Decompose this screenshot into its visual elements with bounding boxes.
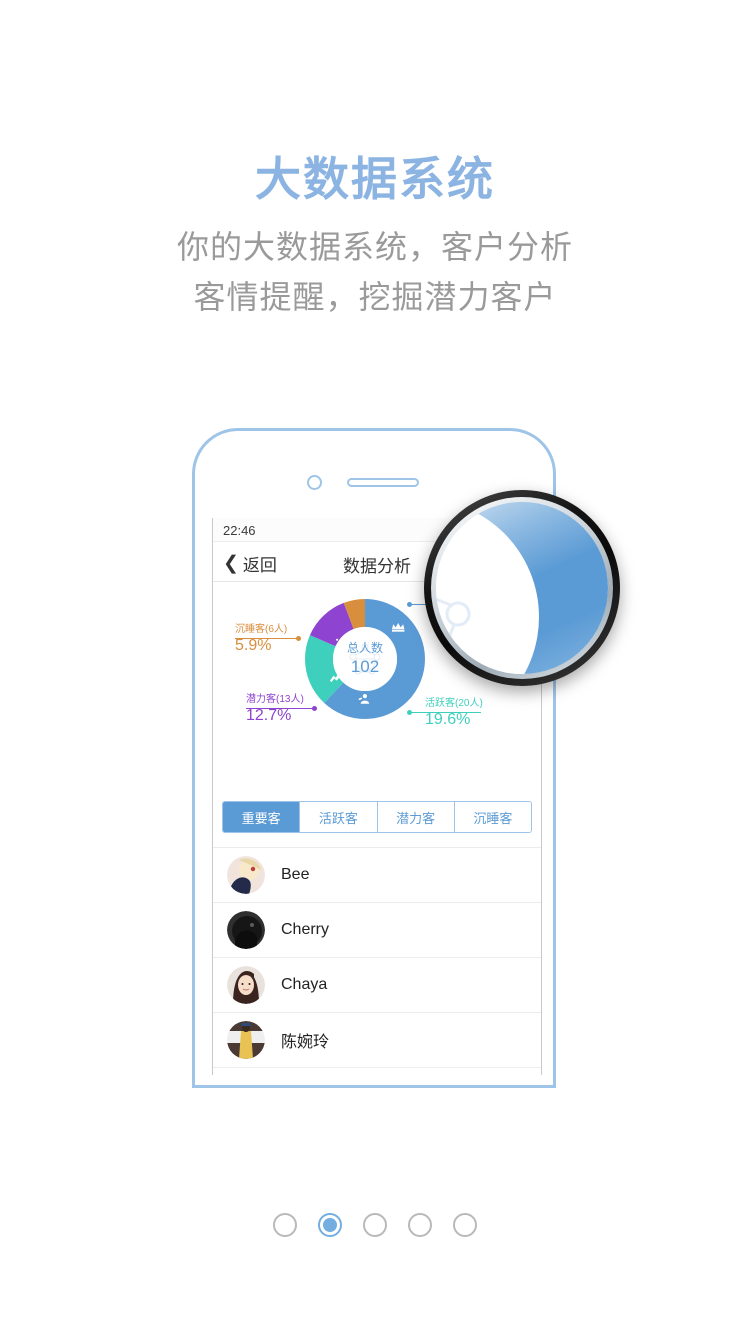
customer-type-tabs: 重要客 活跃客 潜力客 沉睡客 bbox=[222, 801, 532, 833]
callout-dot-potential bbox=[312, 706, 317, 711]
contact-list: Bee Cherry Chaya 陈婉玲 bbox=[213, 847, 541, 1068]
chart-callout-potential-label: 潜力客(13人) bbox=[246, 694, 304, 705]
chart-callout-sleeping-label: 沉睡客(6人) bbox=[235, 624, 288, 635]
donut-chart bbox=[301, 595, 429, 723]
chart-callout-active-label: 活跃客(20人) bbox=[425, 698, 483, 709]
chart-callout-active-percent: 19.6% bbox=[425, 711, 471, 728]
list-item[interactable]: Chaya bbox=[213, 958, 541, 1013]
magnified-callout-dot bbox=[568, 567, 579, 578]
list-item-name: Cherry bbox=[281, 921, 330, 938]
avatar bbox=[227, 966, 265, 1004]
pagination-dot-5[interactable] bbox=[453, 1213, 477, 1237]
callout-dot-important bbox=[407, 602, 412, 607]
page-subtitle-line-2: 客情提醒，挖掘潜力客户 bbox=[193, 279, 557, 315]
pagination-dot-2[interactable] bbox=[318, 1213, 342, 1237]
status-bar-time: 22:46 bbox=[223, 523, 256, 538]
avatar bbox=[227, 856, 265, 894]
tab-active[interactable]: 活跃客 bbox=[300, 802, 378, 832]
list-item-name: Bee bbox=[281, 866, 310, 883]
list-item[interactable]: Cherry bbox=[213, 903, 541, 958]
magnified-donut-chart bbox=[436, 502, 608, 674]
promo-page: 大数据系统 你的大数据系统，客户分析 客情提醒，挖掘潜力客户 22:46 ❮ 返… bbox=[0, 0, 750, 1334]
callout-line-sleeping bbox=[235, 638, 299, 639]
pagination-dot-4[interactable] bbox=[408, 1213, 432, 1237]
magnifier-lens: 重要客(63人) 61.8% 人数 bbox=[424, 490, 620, 686]
callout-line-potential bbox=[246, 708, 314, 709]
pagination-dots bbox=[0, 1213, 750, 1237]
list-item-name: 陈婉玲 bbox=[281, 1034, 330, 1051]
tab-potential[interactable]: 潜力客 bbox=[377, 802, 455, 832]
magnifier-glass: 重要客(63人) 61.8% 人数 bbox=[436, 502, 608, 674]
page-subtitle-line-1: 你的大数据系统，客户分析 bbox=[176, 229, 573, 265]
phone-bottom-cut bbox=[195, 1075, 553, 1085]
pagination-dot-1[interactable] bbox=[273, 1213, 297, 1237]
callout-dot-sleeping bbox=[296, 636, 301, 641]
chart-callout-sleeping-percent: 5.9% bbox=[235, 637, 272, 654]
pagination-dot-3[interactable] bbox=[363, 1213, 387, 1237]
chart-callout-potential-percent: 12.7% bbox=[246, 707, 292, 724]
earpiece-speaker-icon bbox=[347, 478, 419, 487]
tab-sleeping[interactable]: 沉睡客 bbox=[454, 802, 531, 832]
front-camera-icon bbox=[307, 475, 322, 490]
page-subtitle: 你的大数据系统，客户分析 客情提醒，挖掘潜力客户 bbox=[0, 222, 750, 322]
magnified-callout-line bbox=[576, 572, 608, 574]
list-item[interactable]: Bee bbox=[213, 848, 541, 903]
callout-dot-active bbox=[407, 710, 412, 715]
list-item[interactable]: 陈婉玲 bbox=[213, 1013, 541, 1068]
avatar bbox=[227, 911, 265, 949]
tab-important[interactable]: 重要客 bbox=[223, 802, 301, 832]
callout-line-active bbox=[409, 712, 481, 713]
avatar bbox=[227, 1021, 265, 1059]
list-item-name: Chaya bbox=[281, 976, 328, 993]
page-title: 大数据系统 bbox=[255, 153, 495, 205]
